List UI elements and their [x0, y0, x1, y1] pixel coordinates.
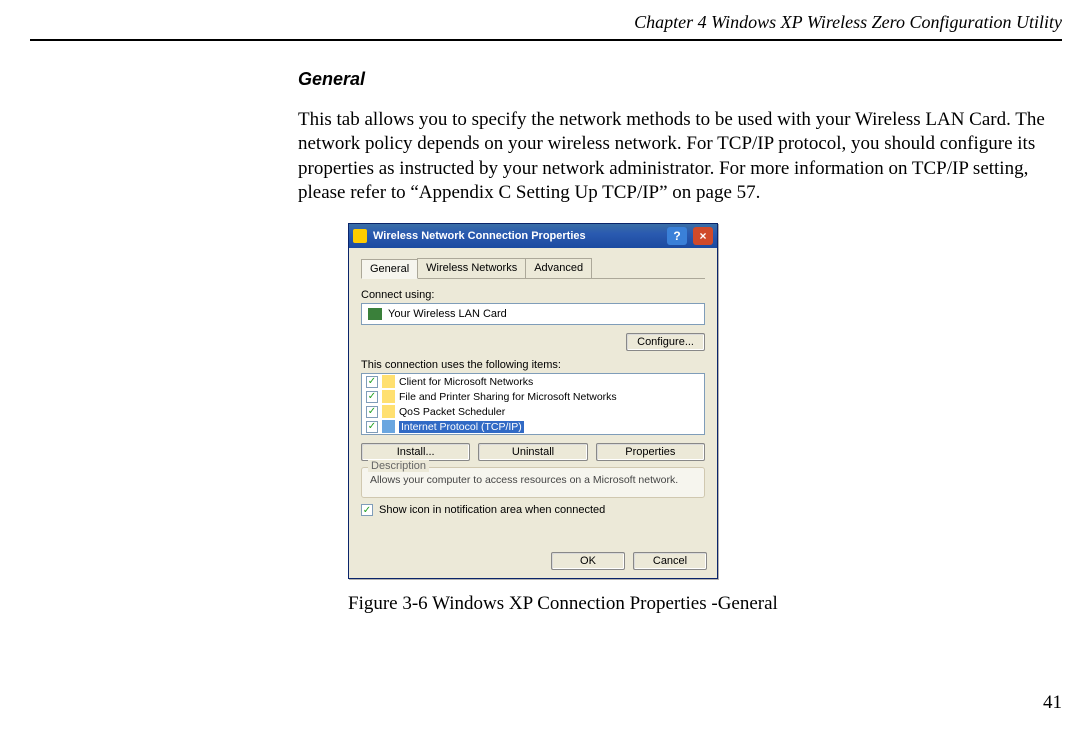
component-icon [382, 375, 395, 388]
items-label: This connection uses the following items… [361, 359, 705, 371]
list-item[interactable]: ✓ Client for Microsoft Networks [362, 374, 704, 389]
chapter-header: Chapter 4 Windows XP Wireless Zero Confi… [30, 0, 1062, 39]
tab-wireless-networks[interactable]: Wireless Networks [417, 258, 526, 278]
network-adapter-icon [368, 308, 382, 320]
list-item-label: Client for Microsoft Networks [399, 376, 533, 388]
adapter-name: Your Wireless LAN Card [388, 308, 507, 320]
list-item[interactable]: ✓ File and Printer Sharing for Microsoft… [362, 389, 704, 404]
window-icon [353, 229, 367, 243]
figure-caption: Figure 3-6 Windows XP Connection Propert… [348, 593, 1052, 615]
component-icon [382, 420, 395, 433]
uninstall-button[interactable]: Uninstall [478, 443, 587, 461]
show-icon-row[interactable]: ✓ Show icon in notification area when co… [361, 504, 705, 516]
configure-button[interactable]: Configure... [626, 333, 705, 351]
tab-general[interactable]: General [361, 259, 418, 279]
header-rule [30, 39, 1062, 41]
connect-using-label: Connect using: [361, 289, 705, 301]
show-icon-label: Show icon in notification area when conn… [379, 504, 605, 516]
checkbox-icon[interactable]: ✓ [366, 421, 378, 433]
tab-strip: General Wireless Networks Advanced [361, 258, 705, 279]
ok-button[interactable]: OK [551, 552, 625, 570]
connection-items-list[interactable]: ✓ Client for Microsoft Networks ✓ File a… [361, 373, 705, 435]
body-paragraph: This tab allows you to specify the netwo… [298, 108, 1052, 205]
description-group-title: Description [368, 460, 429, 472]
titlebar[interactable]: Wireless Network Connection Properties ?… [349, 224, 717, 248]
install-button[interactable]: Install... [361, 443, 470, 461]
list-item-label: File and Printer Sharing for Microsoft N… [399, 391, 617, 403]
list-item-label: Internet Protocol (TCP/IP) [399, 421, 524, 433]
tab-advanced[interactable]: Advanced [525, 258, 592, 278]
component-icon [382, 390, 395, 403]
checkbox-icon[interactable]: ✓ [366, 391, 378, 403]
list-item-label: QoS Packet Scheduler [399, 406, 505, 418]
help-button-icon[interactable]: ? [667, 227, 687, 245]
cancel-button[interactable]: Cancel [633, 552, 707, 570]
xp-dialog-window: Wireless Network Connection Properties ?… [348, 223, 718, 579]
description-text: Allows your computer to access resources… [370, 474, 696, 487]
section-title-general: General [298, 69, 1052, 90]
checkbox-icon[interactable]: ✓ [366, 376, 378, 388]
adapter-field[interactable]: Your Wireless LAN Card [361, 303, 705, 325]
page-number: 41 [1043, 692, 1062, 714]
properties-button[interactable]: Properties [596, 443, 705, 461]
close-icon[interactable]: × [693, 227, 713, 245]
window-title: Wireless Network Connection Properties [373, 230, 661, 242]
list-item[interactable]: ✓ Internet Protocol (TCP/IP) [362, 419, 704, 434]
show-icon-checkbox[interactable]: ✓ [361, 504, 373, 516]
list-item[interactable]: ✓ QoS Packet Scheduler [362, 404, 704, 419]
component-icon [382, 405, 395, 418]
checkbox-icon[interactable]: ✓ [366, 406, 378, 418]
description-group: Description Allows your computer to acce… [361, 467, 705, 498]
